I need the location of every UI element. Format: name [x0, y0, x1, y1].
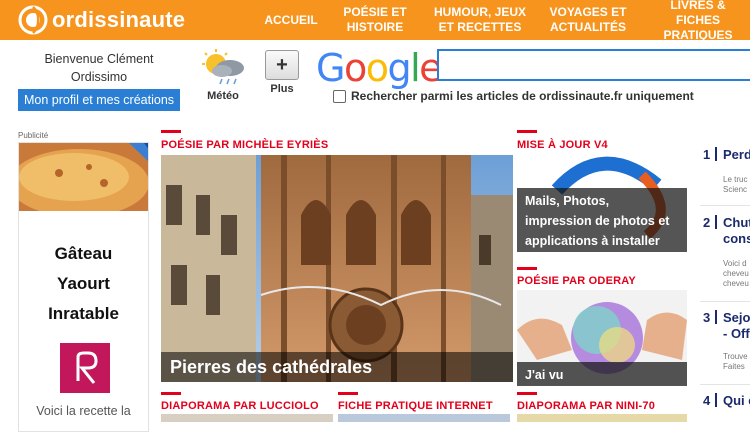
cathedral-image: [161, 155, 513, 382]
ad-line: Gâteau: [54, 244, 113, 263]
featured-title[interactable]: Pierres des cathédrales: [161, 352, 513, 382]
welcome-line-2: Ordissimo: [70, 70, 128, 84]
meteo-label[interactable]: Météo: [196, 90, 250, 102]
brand-logo-icon: [60, 343, 110, 393]
rank-divider: [715, 147, 717, 161]
welcome-message: Bienvenue Clément Ordissimo: [18, 50, 180, 86]
rank-number: 1: [703, 147, 711, 162]
thumbnail-image[interactable]: [338, 414, 510, 422]
site-search-checkbox[interactable]: Rechercher parmi les articles de ordissi…: [333, 89, 694, 103]
welcome-line-1: Bienvenue Clément: [44, 52, 154, 66]
plus-button[interactable]: +: [265, 50, 299, 80]
category-rule: [338, 392, 358, 395]
nav-item-poesie[interactable]: POÉSIE ET HISTOIRE: [330, 0, 420, 40]
nav-item-accueil[interactable]: ACCUEIL: [256, 0, 326, 40]
rank-divider: [715, 393, 717, 407]
side-title-1[interactable]: Mails, Photos, impression de photos et a…: [517, 188, 687, 252]
category-rule: [517, 130, 537, 133]
rank-snippet: Le truc: [723, 175, 748, 184]
category-rule: [517, 267, 537, 270]
ranking-separator: [700, 205, 750, 206]
nav-label: LIVRES & FICHES PRATIQUES: [663, 0, 733, 42]
bottom-category-3[interactable]: DIAPORAMA PAR NINI-70: [517, 400, 655, 412]
rank-snippet: cheveu: [723, 269, 749, 278]
checkbox-label: Rechercher parmi les articles de ordissi…: [351, 89, 694, 103]
site-logo[interactable]: ordissinaute: [18, 4, 185, 36]
ranking-item-4[interactable]: 4 Qui e: [703, 393, 750, 413]
checkbox-box[interactable]: [333, 89, 346, 103]
profile-button[interactable]: Mon profil et mes créations: [18, 89, 180, 111]
side-category-2[interactable]: POÉSIE PAR ODERAY: [517, 275, 636, 287]
ranking-separator: [700, 384, 750, 385]
rank-snippet: cheveu: [723, 279, 749, 288]
side-category-1[interactable]: MISE À JOUR V4: [517, 139, 608, 151]
category-rule: [161, 130, 181, 133]
rank-snippet: Trouve: [723, 352, 748, 361]
rank-divider: [715, 310, 717, 324]
ad-headline: Gâteau Yaourt Inratable: [19, 239, 148, 329]
rank-title-2[interactable]: cons: [723, 231, 750, 247]
rank-title-2[interactable]: - Off: [723, 326, 750, 342]
ranking-item-1[interactable]: 1 Perd Le truc Scienc: [703, 147, 750, 197]
nav-label: ACCUEIL: [264, 12, 318, 27]
ad-banner[interactable]: Gâteau Yaourt Inratable Voici la recette…: [18, 142, 149, 432]
ad-line: Inratable: [48, 304, 119, 323]
ranking-item-3[interactable]: 3 Sejo - Off Trouve Faites: [703, 310, 750, 380]
rank-number: 2: [703, 215, 711, 230]
category-rule: [517, 392, 537, 395]
ad-bottom-text: Voici la recette la: [36, 404, 131, 418]
featured-category[interactable]: POÉSIE PAR MICHÈLE EYRIÈS: [161, 139, 328, 151]
rank-snippet: Faites: [723, 362, 745, 371]
cathedral-photo[interactable]: [161, 155, 513, 382]
bottom-category-2[interactable]: FICHE PRATIQUE INTERNET: [338, 400, 493, 412]
nav-label: VOYAGES ET ACTUALITÉS: [549, 5, 627, 34]
thumbnail-image[interactable]: [517, 414, 687, 422]
category-rule: [161, 392, 181, 395]
rank-title[interactable]: Perd: [723, 147, 750, 163]
nav-item-humour[interactable]: HUMOUR, JEUX ET RECETTES: [424, 0, 536, 40]
bottom-category-1[interactable]: DIAPORAMA PAR LUCCIOLO: [161, 400, 319, 412]
rank-title[interactable]: Sejo: [723, 310, 750, 326]
ranking-separator: [700, 301, 750, 302]
nav-label: POÉSIE ET HISTOIRE: [343, 5, 407, 34]
rank-snippet: Scienc: [723, 185, 748, 194]
rank-title[interactable]: Qui e: [723, 393, 750, 409]
rank-number: 4: [703, 393, 711, 408]
rank-divider: [715, 215, 717, 229]
side-title-2[interactable]: J'ai vu: [517, 362, 687, 386]
ad-line: Yaourt: [57, 274, 110, 293]
ad-label: Publicité: [18, 131, 49, 140]
cake-image: [19, 143, 148, 211]
thumbnail-image[interactable]: [161, 414, 333, 422]
rank-number: 3: [703, 310, 711, 325]
logo-icon: [18, 5, 48, 35]
plus-label[interactable]: Plus: [262, 83, 302, 95]
ranking-item-2[interactable]: 2 Chut cons Voici d cheveu cheveu: [703, 215, 750, 295]
weather-icon[interactable]: [196, 48, 250, 88]
rank-snippet: Voici d: [723, 259, 747, 268]
google-logo: Google: [316, 46, 443, 90]
logo-text: ordissinaute: [52, 7, 186, 32]
nav-item-livres[interactable]: LIVRES & FICHES PRATIQUES: [642, 0, 750, 42]
nav-label: HUMOUR, JEUX ET RECETTES: [433, 5, 526, 34]
rank-title[interactable]: Chut: [723, 215, 750, 231]
search-input[interactable]: [437, 49, 750, 81]
nav-item-voyages[interactable]: VOYAGES ET ACTUALITÉS: [540, 0, 636, 40]
